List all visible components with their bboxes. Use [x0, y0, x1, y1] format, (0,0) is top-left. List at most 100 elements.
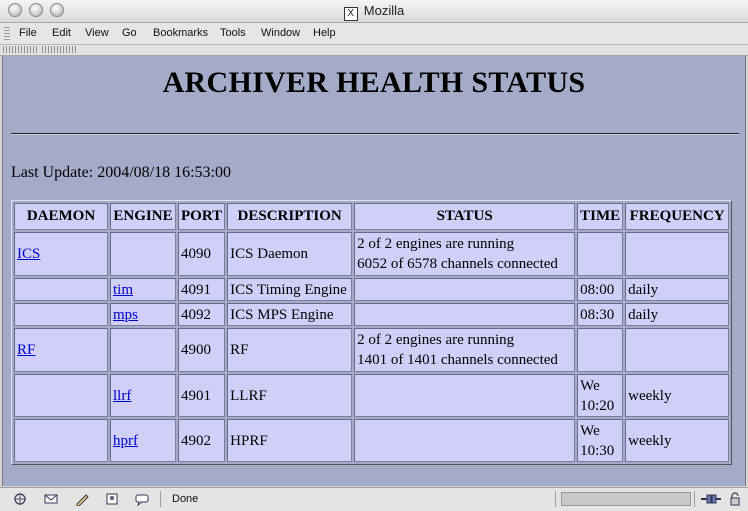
status-cell [354, 419, 576, 462]
composer-icon[interactable] [74, 492, 90, 506]
frequency-cell [625, 232, 730, 276]
status-bar: Done [0, 487, 748, 511]
daemon-cell [14, 278, 108, 301]
daemon-cell: ICS [14, 232, 108, 276]
engines-status: 2 of 2 engines are running [357, 332, 515, 348]
engine-cell: hprf [110, 419, 176, 462]
table-row: ICS 4090 ICS Daemon 2 of 2 engines are r… [14, 232, 730, 276]
daemon-link-ics[interactable]: ICS [17, 246, 40, 262]
description-cell: HPRF [227, 419, 353, 462]
port-cell: 4901 [178, 374, 226, 417]
table-row: hprf 4902 HPRF We 10:30 weekly [14, 419, 730, 462]
status-cell: 2 of 2 engines are running 6052 of 6578 … [354, 232, 576, 276]
engines-status: 2 of 2 engines are running [357, 236, 515, 252]
daemon-cell [14, 374, 108, 417]
description-cell: ICS Daemon [227, 232, 353, 276]
page-content: ARCHIVER HEALTH STATUS Last Update: 2004… [2, 56, 746, 486]
engine-cell [110, 328, 176, 372]
table-row: mps 4092 ICS MPS Engine 08:30 daily [14, 303, 730, 326]
statusbar-separator [555, 491, 556, 507]
time-cell [577, 328, 624, 372]
toolbar-grip-2[interactable] [42, 46, 78, 53]
horizontal-rule [11, 133, 739, 135]
description-cell: ICS Timing Engine [227, 278, 353, 301]
time-cell [577, 232, 624, 276]
time-hour: 10:20 [580, 397, 615, 414]
table-row: RF 4900 RF 2 of 2 engines are running 14… [14, 328, 730, 372]
engine-cell [110, 232, 176, 276]
menubar-grip[interactable] [4, 27, 10, 40]
status-cell [354, 374, 576, 417]
page-title: ARCHIVER HEALTH STATUS [162, 66, 586, 99]
statusbar-separator [160, 491, 161, 507]
port-cell: 4902 [178, 419, 226, 462]
status-text: Done [172, 493, 199, 505]
daemon-link-rf[interactable]: RF [17, 342, 35, 358]
header-description: DESCRIPTION [227, 203, 353, 230]
header-time: TIME [577, 203, 624, 230]
engine-cell: llrf [110, 374, 176, 417]
description-cell: LLRF [227, 374, 353, 417]
port-cell: 4900 [178, 328, 226, 372]
frequency-cell: weekly [625, 419, 730, 462]
collapsed-toolbars [0, 45, 748, 56]
menu-tools[interactable]: Tools [220, 27, 246, 39]
menu-edit[interactable]: Edit [52, 27, 71, 39]
description-cell: RF [227, 328, 353, 372]
engine-cell: mps [110, 303, 176, 326]
archiver-status-table: DAEMON ENGINE PORT DESCRIPTION STATUS TI… [11, 200, 733, 465]
mail-icon[interactable] [43, 492, 59, 506]
engine-link-hprf[interactable]: hprf [113, 433, 138, 449]
header-engine: ENGINE [110, 203, 176, 230]
daemon-cell [14, 303, 108, 326]
menu-help[interactable]: Help [313, 27, 336, 39]
table-header-row: DAEMON ENGINE PORT DESCRIPTION STATUS TI… [14, 203, 730, 230]
last-update: Last Update: 2004/08/18 16:53:00 [11, 164, 231, 181]
engine-link-llrf[interactable]: llrf [113, 388, 131, 404]
status-cell [354, 278, 576, 301]
time-cell: We 10:30 [577, 419, 624, 462]
channels-status: 1401 of 1401 channels connected [357, 352, 558, 368]
time-cell: We 10:20 [577, 374, 624, 417]
statusbar-separator [694, 491, 695, 507]
window-title-area: X Mozilla [0, 3, 748, 21]
menu-file[interactable]: File [19, 27, 37, 39]
menu-go[interactable]: Go [122, 27, 137, 39]
channels-status: 6052 of 6578 channels connected [357, 256, 558, 272]
frequency-cell: weekly [625, 374, 730, 417]
window-title: Mozilla [363, 3, 405, 18]
menu-bar: File Edit View Go Bookmarks Tools Window… [0, 23, 748, 45]
engine-link-mps[interactable]: mps [113, 307, 138, 323]
time-day: We [580, 377, 600, 394]
header-frequency: FREQUENCY [625, 203, 730, 230]
engine-link-tim[interactable]: tim [113, 282, 133, 298]
header-status: STATUS [354, 203, 576, 230]
engine-cell: tim [110, 278, 176, 301]
toolbar-grip-1[interactable] [3, 46, 39, 53]
frequency-cell: daily [625, 278, 730, 301]
table-row: tim 4091 ICS Timing Engine 08:00 daily [14, 278, 730, 301]
time-cell: 08:30 [577, 303, 624, 326]
daemon-cell [14, 419, 108, 462]
time-hour: 10:30 [580, 442, 615, 459]
address-book-icon[interactable] [104, 492, 120, 506]
menu-window[interactable]: Window [261, 27, 300, 39]
header-daemon: DAEMON [14, 203, 108, 230]
frequency-cell: daily [625, 303, 730, 326]
header-port: PORT [178, 203, 226, 230]
time-day: We [580, 422, 600, 439]
menu-bookmarks[interactable]: Bookmarks [153, 27, 208, 39]
navigator-icon[interactable] [12, 492, 28, 506]
port-cell: 4091 [178, 278, 226, 301]
progress-meter [561, 492, 691, 506]
frequency-cell [625, 328, 730, 372]
daemon-cell: RF [14, 328, 108, 372]
chat-icon[interactable] [134, 492, 150, 506]
security-lock-icon[interactable] [728, 492, 742, 506]
time-cell: 08:00 [577, 278, 624, 301]
status-cell: 2 of 2 engines are running 1401 of 1401 … [354, 328, 576, 372]
menu-view[interactable]: View [85, 27, 109, 39]
connection-status-icon [700, 492, 722, 506]
port-cell: 4090 [178, 232, 226, 276]
x11-icon: X [343, 7, 358, 21]
